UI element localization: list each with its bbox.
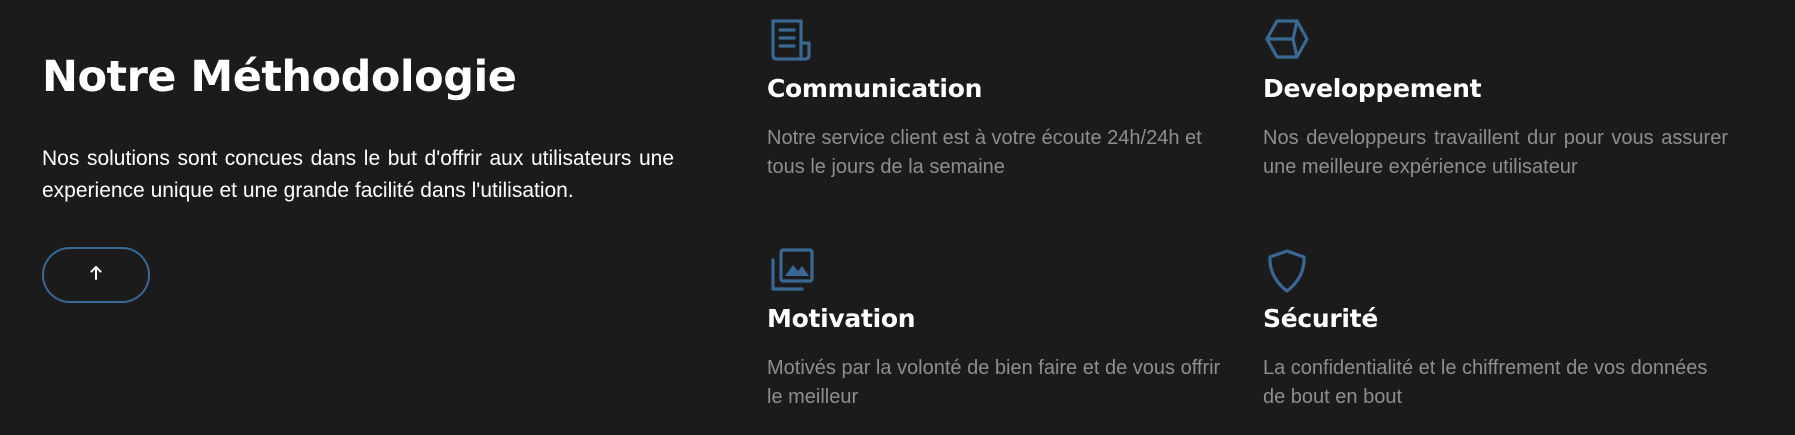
feature-title: Communication [767, 74, 983, 103]
feature-title: Developpement [1263, 74, 1482, 103]
feature-text: Notre service client est à votre écoute … [767, 127, 1202, 178]
section-description: Nos solutions sont concues dans le but d… [42, 147, 674, 202]
images-icon [767, 247, 815, 295]
cube-icon [1263, 17, 1311, 65]
feature-title: Motivation [767, 304, 916, 333]
arrow-up-icon [90, 266, 102, 284]
feature-text: Nos developpeurs travaillent dur pour vo… [1263, 127, 1728, 178]
scroll-up-button[interactable] [42, 247, 150, 303]
feature-text: La confidentialité et le chiffrement de … [1263, 357, 1708, 408]
methodology-section: Notre Méthodologie Nos solutions sont co… [0, 0, 1795, 435]
feature-text: Motivés par la volonté de bien faire et … [767, 357, 1221, 408]
newspaper-icon [767, 17, 815, 65]
shield-icon [1263, 247, 1311, 295]
section-title: Notre Méthodologie [42, 52, 517, 102]
feature-title: Sécurité [1263, 304, 1378, 333]
